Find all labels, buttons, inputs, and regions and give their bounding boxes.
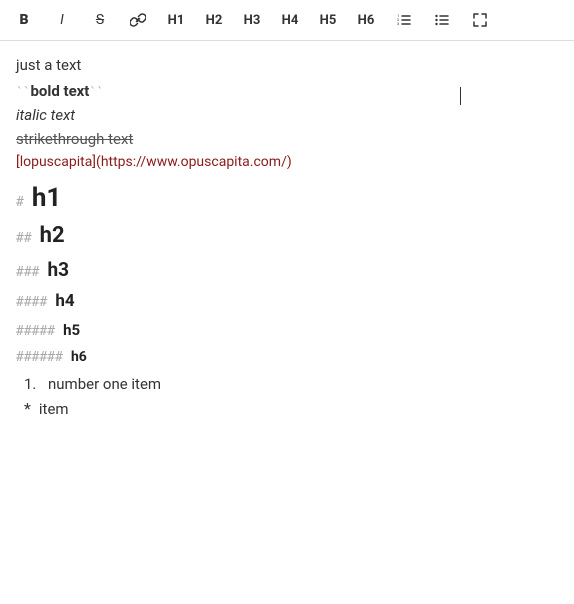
h2-hash: ##: [16, 231, 32, 246]
strikethrough-line: strikethrough text: [16, 127, 558, 151]
expand-button[interactable]: [462, 4, 498, 36]
h3-block: ### h3: [16, 258, 558, 281]
bullet-mark: *: [24, 399, 31, 418]
toolbar: B I S H1 H2 H3 H4 H5 H6 1 2 3: [0, 0, 574, 41]
h2-block: ## h2: [16, 223, 558, 248]
numbered-item-text: number one item: [48, 375, 161, 393]
svg-text:3: 3: [397, 21, 399, 26]
h1-button[interactable]: H1: [158, 4, 194, 36]
h5-button[interactable]: H5: [310, 4, 346, 36]
strikethrough-text: strikethrough text: [16, 130, 133, 148]
bold-text: bold text: [30, 82, 89, 100]
h1-block: # h1: [16, 183, 558, 213]
h4-hash: ####: [16, 295, 47, 310]
unordered-list-button[interactable]: [424, 4, 460, 36]
h6-text: h6: [71, 349, 87, 365]
strikethrough-button[interactable]: S: [82, 4, 118, 36]
italic-text-line: italic text: [16, 103, 558, 127]
h6-button[interactable]: H6: [348, 4, 384, 36]
h4-text: h4: [55, 291, 74, 311]
list-area: 1. number one item * item: [16, 375, 558, 418]
h2-button[interactable]: H2: [196, 4, 232, 36]
bold-open-tick: ``: [16, 85, 30, 99]
numbered-list-item: 1. number one item: [24, 375, 558, 393]
italic-text: italic text: [16, 106, 75, 124]
italic-button[interactable]: I: [44, 4, 80, 36]
link-button[interactable]: [120, 4, 156, 36]
plain-text-line: just a text: [16, 53, 558, 77]
bold-close-tick: ``: [89, 85, 103, 99]
bullet-list-item: * item: [24, 399, 558, 418]
h2-text: h2: [40, 223, 65, 248]
h1-hash: #: [16, 195, 24, 210]
h6-block: ###### h6: [16, 349, 558, 365]
link-line[interactable]: [lopuscapita](https://www.opuscapita.com…: [16, 151, 558, 173]
text-cursor: [460, 87, 461, 105]
h3-text: h3: [47, 258, 69, 281]
h1-text: h1: [32, 183, 61, 213]
h5-text: h5: [63, 321, 80, 339]
editor-area[interactable]: just a text ``bold text`` italic text st…: [0, 41, 574, 430]
h4-block: #### h4: [16, 291, 558, 311]
bullet-item-text: item: [39, 400, 69, 418]
plain-text: just a text: [16, 56, 81, 74]
bold-text-line: ``bold text``: [16, 79, 558, 103]
list-number: 1.: [24, 375, 42, 393]
h5-hash: #####: [16, 324, 55, 339]
bold-button[interactable]: B: [6, 4, 42, 36]
h6-hash: ######: [16, 350, 63, 365]
link-text: [lopuscapita](https://www.opuscapita.com…: [16, 154, 292, 170]
h4-button[interactable]: H4: [272, 4, 308, 36]
h3-button[interactable]: H3: [234, 4, 270, 36]
h3-hash: ###: [16, 265, 39, 280]
ordered-list-button[interactable]: 1 2 3: [386, 4, 422, 36]
h5-block: ##### h5: [16, 321, 558, 339]
